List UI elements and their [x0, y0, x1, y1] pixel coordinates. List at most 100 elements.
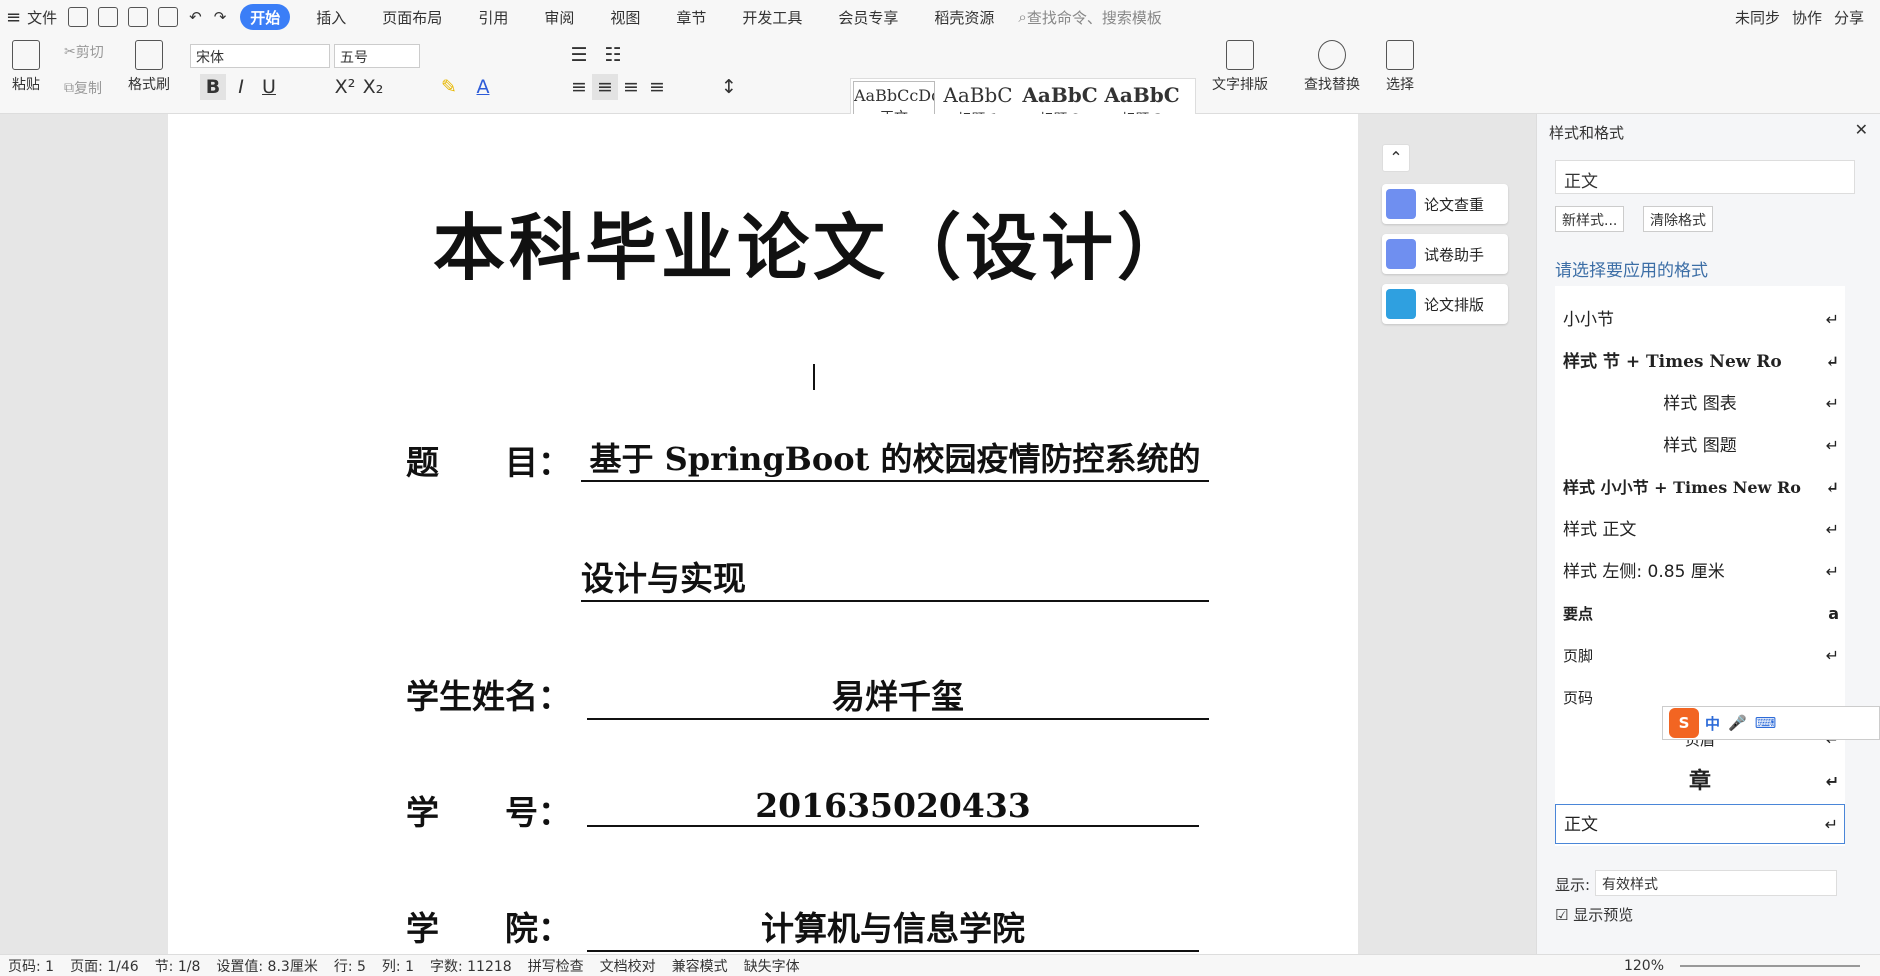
- highlight-icon[interactable]: ✎: [436, 74, 462, 100]
- mic-icon[interactable]: 🎤: [1728, 714, 1747, 732]
- subscript-button[interactable]: X₂: [360, 74, 386, 100]
- status-page[interactable]: 页面: 1/46: [70, 956, 139, 976]
- proof-button[interactable]: 文档校对: [600, 956, 656, 976]
- clear-format-button[interactable]: 清除格式: [1643, 206, 1713, 232]
- justify-icon[interactable]: ≡: [644, 74, 670, 100]
- ime-toolbar: S 中 🎤 ⌨: [1662, 706, 1880, 740]
- name-label: 学生姓名：: [406, 677, 571, 716]
- tab-member[interactable]: 会员专享: [828, 4, 908, 30]
- copy-icon: ⧉: [64, 80, 74, 96]
- tab-insert[interactable]: 插入: [306, 4, 356, 30]
- compat-mode: 兼容模式: [671, 958, 728, 975]
- status-bar: 页码: 1 页面: 1/46 节: 1/8 设置值: 8.3厘米 行: 5 列:…: [0, 954, 1880, 976]
- document-area: 本科毕业论文（设计） 题 目： 基于 SpringBoot 的校园疫情防控系统的…: [0, 114, 1520, 954]
- list-item[interactable]: 小小节 ↵: [1555, 300, 1845, 340]
- list-item[interactable]: 样式 节 + Times New Ro ↵: [1555, 342, 1845, 382]
- preview-checkbox[interactable]: ☑ 显示预览: [1555, 904, 1633, 925]
- document-page[interactable]: 本科毕业论文（设计） 题 目： 基于 SpringBoot 的校园疫情防控系统的…: [168, 114, 1358, 954]
- list-item[interactable]: 样式 正文 ↵: [1555, 510, 1845, 550]
- share-button[interactable]: 分享: [1828, 4, 1870, 30]
- text-layout-button[interactable]: 文字排版: [1212, 40, 1268, 94]
- check-icon: [1386, 189, 1416, 219]
- paste-button[interactable]: 粘贴: [12, 40, 40, 94]
- save-icon[interactable]: [68, 7, 89, 27]
- panel-title: 样式和格式: [1549, 124, 1625, 142]
- thesis-format-button[interactable]: 论文排版: [1382, 284, 1508, 324]
- numbered-list-icon[interactable]: ☷: [600, 42, 626, 68]
- format-painter-button[interactable]: 格式刷: [128, 40, 170, 94]
- list-item[interactable]: 页脚 ↵: [1555, 636, 1845, 676]
- spell-check-button[interactable]: 拼写检查: [528, 956, 584, 976]
- list-item[interactable]: 样式 图表 ↵: [1555, 384, 1845, 424]
- page-title: 本科毕业论文（设计）: [433, 205, 1194, 290]
- show-label: 显示:: [1555, 876, 1591, 894]
- status-section: 节: 1/8: [154, 958, 201, 975]
- list-item[interactable]: 样式 图题 ↵: [1555, 426, 1845, 466]
- exam-icon: [1386, 239, 1416, 269]
- export-icon[interactable]: [98, 7, 119, 27]
- keyboard-icon[interactable]: ⌨: [1755, 714, 1777, 732]
- status-words[interactable]: 字数: 11218: [430, 956, 512, 976]
- line-spacing-icon[interactable]: ↕: [716, 74, 742, 100]
- student-id-label: 学 号：: [406, 793, 571, 832]
- list-item[interactable]: 章 ↵: [1555, 762, 1845, 802]
- file-menu[interactable]: ≡ 文件: [0, 4, 63, 30]
- checkbox-icon: ☑: [1555, 906, 1574, 924]
- close-icon[interactable]: ✕: [1855, 120, 1868, 139]
- tab-section[interactable]: 章节: [666, 4, 716, 30]
- list-item[interactable]: 正文 ↵: [1555, 804, 1845, 844]
- italic-button[interactable]: I: [228, 74, 254, 100]
- preview-icon[interactable]: [158, 7, 179, 27]
- align-left-icon[interactable]: ≡: [566, 74, 592, 100]
- collapse-icon[interactable]: ⌃: [1382, 144, 1410, 172]
- zoom-level[interactable]: 120%: [1624, 958, 1664, 974]
- tab-layout[interactable]: 页面布局: [372, 4, 452, 30]
- magnifier-icon: [1318, 40, 1346, 70]
- bullet-list-icon[interactable]: ☰: [566, 42, 592, 68]
- new-style-button[interactable]: 新样式...: [1555, 206, 1625, 232]
- college-label: 学 院：: [406, 909, 571, 948]
- font-family-select[interactable]: 宋体: [190, 44, 330, 68]
- scissors-icon: ✂: [64, 44, 76, 60]
- ribbon: 粘贴 ✂ 剪切 ⧉ 复制 格式刷 宋体 五号 B I U X² X₂ ✎ A ☰ ☷…: [0, 34, 1880, 134]
- tab-docer[interactable]: 稻壳资源: [924, 4, 1004, 30]
- list-item[interactable]: 要点 a: [1555, 594, 1845, 634]
- tab-home[interactable]: 开始: [240, 4, 291, 30]
- ime-language[interactable]: 中: [1705, 713, 1720, 734]
- cut-button[interactable]: ✂ 剪切: [64, 42, 104, 62]
- command-search[interactable]: ⌕ 查找命令、搜索模板: [1012, 4, 1167, 30]
- zoom-slider[interactable]: [1680, 964, 1860, 967]
- align-right-icon[interactable]: ≡: [618, 74, 644, 100]
- sogou-icon[interactable]: S: [1669, 708, 1699, 738]
- align-center-icon[interactable]: ≡: [592, 74, 618, 100]
- tab-references[interactable]: 引用: [468, 4, 518, 30]
- list-item[interactable]: 样式 左侧: 0.85 厘米 ↵: [1555, 552, 1845, 592]
- menu-bar: ≡ 文件 ↶ ↷ 开始 插入 页面布局 引用 审阅 视图 章节 开发工具 会员专享…: [0, 0, 1880, 34]
- style-list[interactable]: 小小节 ↵ 样式 节 + Times New Ro ↵ 样式 图表 ↵ 样式 图题 ↵ …: [1555, 286, 1845, 846]
- collab-button[interactable]: 协作: [1786, 4, 1828, 30]
- plagiarism-check-button[interactable]: 论文查重: [1382, 184, 1508, 224]
- find-replace-button[interactable]: 查找替换: [1304, 40, 1360, 94]
- bold-button[interactable]: B: [200, 74, 226, 100]
- print-icon[interactable]: [128, 7, 149, 27]
- college-name: 计算机与信息学院: [587, 902, 1199, 952]
- list-item[interactable]: 样式 小小节 + Times New Ro ↵: [1555, 468, 1845, 508]
- underline-button[interactable]: U: [256, 74, 282, 100]
- font-size-select[interactable]: 五号: [334, 44, 420, 68]
- tab-review[interactable]: 审阅: [534, 4, 584, 30]
- paste-icon: [12, 40, 40, 70]
- current-style-select[interactable]: 正文: [1555, 160, 1855, 194]
- select-button[interactable]: 选择: [1386, 40, 1414, 94]
- superscript-button[interactable]: X²: [332, 74, 358, 100]
- sync-status[interactable]: 未同步: [1729, 4, 1786, 30]
- tab-developer[interactable]: 开发工具: [732, 4, 812, 30]
- tab-view[interactable]: 视图: [600, 4, 650, 30]
- show-select[interactable]: 有效样式: [1595, 870, 1837, 896]
- redo-icon[interactable]: ↷: [208, 4, 233, 30]
- font-color-icon[interactable]: A: [470, 74, 496, 100]
- cursor-icon: [1386, 40, 1414, 70]
- undo-icon[interactable]: ↶: [183, 4, 208, 30]
- exam-helper-button[interactable]: 试卷助手: [1382, 234, 1508, 274]
- missing-font-button[interactable]: 缺失字体: [744, 956, 800, 976]
- copy-button[interactable]: ⧉ 复制: [64, 78, 102, 98]
